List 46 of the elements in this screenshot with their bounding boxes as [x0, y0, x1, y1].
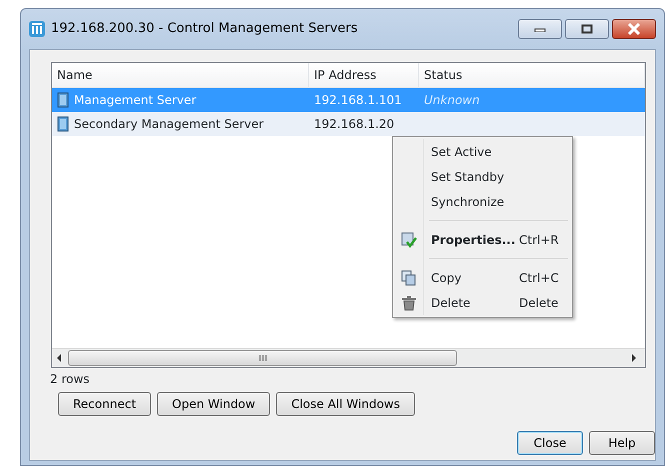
- dialog-button[interactable]: Reconnect: [58, 392, 152, 416]
- menu-item[interactable]: Set Active: [395, 139, 570, 164]
- copy-icon: [401, 270, 417, 286]
- dialog-button[interactable]: Close: [517, 431, 583, 455]
- ip-address: 192.168.1.20: [313, 116, 396, 133]
- menu-label: Delete: [430, 294, 472, 312]
- maximize-button[interactable]: [565, 19, 609, 39]
- close-button[interactable]: [612, 19, 656, 39]
- shortcut-text: Delete: [519, 294, 558, 312]
- app-icon: [29, 21, 45, 37]
- shortcut-text: Ctrl+C: [519, 270, 559, 286]
- shortcut-text: Ctrl+R: [519, 232, 559, 248]
- menu-item[interactable]: Delete Delete: [395, 290, 570, 315]
- dialog-button[interactable]: Open Window: [157, 392, 270, 416]
- column-header[interactable]: Status: [419, 63, 645, 87]
- menu-label: Set Active: [430, 144, 493, 160]
- menu-item[interactable]: Set Standby: [395, 164, 570, 189]
- menu-label: Synchronize: [430, 194, 506, 210]
- horizontal-scrollbar[interactable]: [52, 348, 645, 367]
- scroll-thumb[interactable]: [68, 350, 457, 366]
- scroll-right-icon[interactable]: [631, 354, 637, 362]
- table-row[interactable]: Secondary Management Server 192.168.1.20: [52, 112, 645, 136]
- row-count: 2 rows: [50, 371, 91, 388]
- minimize-icon: [534, 26, 546, 32]
- column-header[interactable]: Name: [52, 63, 309, 87]
- status-text: Unknown: [423, 92, 481, 109]
- server-name: Secondary Management Server: [74, 116, 264, 133]
- trash-icon: [401, 294, 417, 310]
- close-icon: [627, 23, 641, 35]
- menu-item[interactable]: Copy Ctrl+C: [395, 265, 570, 290]
- window-title: 192.168.200.30 - Control Management Servers: [51, 20, 358, 38]
- properties-icon: [401, 232, 417, 248]
- menu-label: Set Standby: [430, 168, 506, 186]
- menu-item[interactable]: Synchronize: [395, 189, 570, 214]
- server-name: Management Server: [74, 92, 196, 109]
- menu-label: Copy: [430, 270, 462, 286]
- ip-address: 192.168.1.101: [313, 92, 403, 109]
- server-icon: [57, 92, 69, 108]
- dialog-button[interactable]: Help: [589, 431, 655, 455]
- minimize-button[interactable]: [518, 19, 562, 39]
- dialog-button[interactable]: Close All Windows: [276, 392, 415, 416]
- scroll-left-icon[interactable]: [56, 354, 62, 362]
- maximize-icon: [581, 24, 593, 34]
- server-icon: [57, 116, 69, 132]
- menu-item[interactable]: Properties... Ctrl+R: [395, 227, 570, 252]
- column-header[interactable]: IP Address: [309, 63, 419, 87]
